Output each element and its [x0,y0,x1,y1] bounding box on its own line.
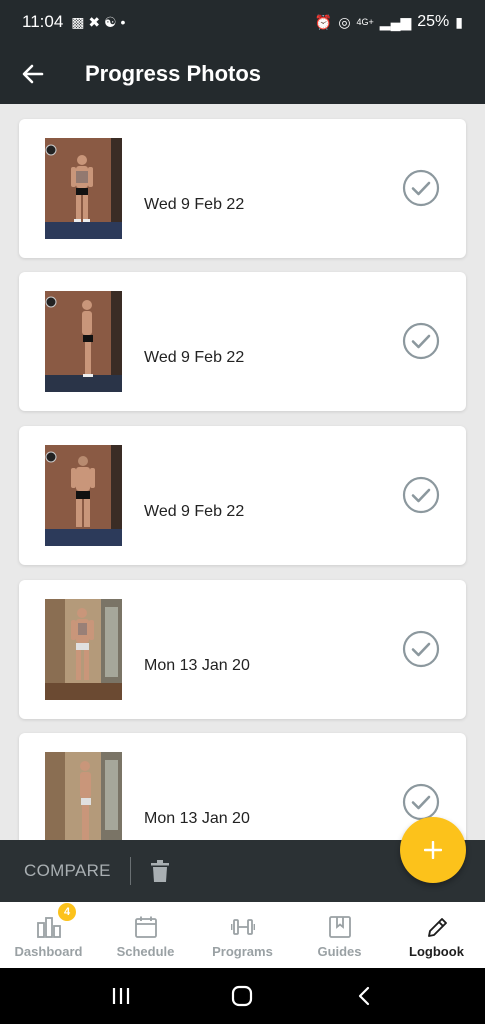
add-photo-button[interactable] [400,817,466,883]
photo-card[interactable]: Wed 9 Feb 22 [19,272,466,411]
nav-programs[interactable]: Programs [194,902,291,968]
nav-label: Programs [212,944,273,959]
bottom-nav: 4 Dashboard Schedule Programs Guides Log… [0,902,485,968]
nav-label: Guides [317,944,362,959]
back-button[interactable] [0,44,66,104]
nav-label: Schedule [116,944,175,959]
photo-thumbnail[interactable] [45,445,122,546]
photo-thumbnail[interactable] [45,599,122,700]
nav-schedule[interactable]: Schedule [97,902,194,968]
pencil-icon [427,918,447,937]
photo-date: Mon 13 Jan 20 [144,657,250,674]
plus-icon [424,841,442,859]
dumbbell-icon [230,919,255,935]
photo-card[interactable]: Wed 9 Feb 22 [19,426,466,565]
book-icon [328,916,351,938]
nav-dashboard[interactable]: 4 Dashboard [0,902,97,968]
photo-date: Wed 9 Feb 22 [144,196,245,213]
photo-list[interactable]: Wed 9 Feb 22 Wed 9 Feb 22 Wed 9 Feb 22 M… [0,104,485,840]
check-circle-icon[interactable] [402,783,440,821]
status-bar: 11:04 ▩ ✖ ☯ • ⏰ ◎ 4G+ ▂▄▆ 25% ▮ [0,0,485,44]
back-arrow-icon [22,64,44,84]
home-button[interactable] [222,976,262,1016]
photo-card[interactable]: Wed 9 Feb 22 [19,119,466,258]
screen: 11:04 ▩ ✖ ☯ • ⏰ ◎ 4G+ ▂▄▆ 25% ▮ Progress… [0,0,485,1024]
recent-apps-icon [112,988,129,1004]
notification-badge: 4 [58,903,76,921]
check-circle-icon[interactable] [402,169,440,207]
system-back-icon [359,986,370,1006]
photo-date: Mon 13 Jan 20 [144,810,250,827]
page-title: Progress Photos [85,61,262,86]
app-bar: Progress Photos [0,44,485,104]
photo-thumbnail[interactable] [45,291,122,392]
system-back-button[interactable] [344,976,384,1016]
check-circle-icon[interactable] [402,322,440,360]
recent-apps-button[interactable] [101,976,141,1016]
nav-label: Logbook [409,944,464,959]
network-label: 4G+ [356,16,374,27]
dashboard-icon [36,917,61,938]
trash-icon[interactable] [150,860,169,882]
battery-icon: ▮ [455,14,463,30]
photo-date: Wed 9 Feb 22 [144,349,245,366]
photo-card[interactable]: Mon 13 Jan 20 [19,733,466,840]
notification-icons: ▩ ✖ ☯ • [71,14,126,30]
status-time: 11:04 [22,12,64,31]
divider [129,857,131,885]
nav-logbook[interactable]: Logbook [388,902,485,968]
compare-button[interactable]: COMPARE [24,861,111,881]
nav-guides[interactable]: Guides [291,902,388,968]
system-nav-bar [0,968,485,1024]
check-circle-icon[interactable] [402,630,440,668]
home-icon [232,985,253,1007]
calendar-icon [134,916,157,938]
check-circle-icon[interactable] [402,476,440,514]
signal-icon: ▂▄▆ [379,14,412,30]
photo-thumbnail[interactable] [45,752,122,840]
photo-date: Wed 9 Feb 22 [144,503,245,520]
photo-card[interactable]: Mon 13 Jan 20 [19,580,466,719]
nav-label: Dashboard [14,944,83,959]
battery-percent: 25% [417,13,450,30]
alarm-icon: ⏰ [314,14,333,30]
photo-thumbnail[interactable] [45,138,122,239]
hotspot-icon: ◎ [338,14,351,30]
